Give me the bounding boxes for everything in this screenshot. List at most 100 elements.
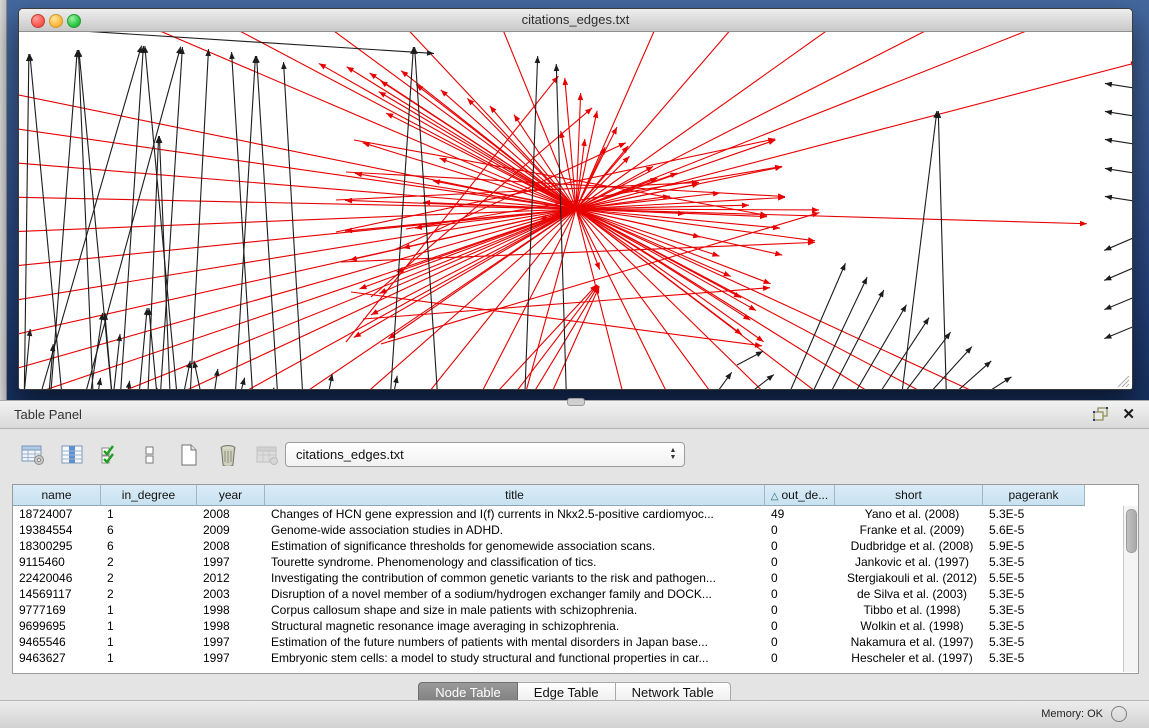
vertical-scrollbar[interactable] — [1123, 506, 1138, 672]
table-row[interactable]: 1456911722003Disruption of a novel membe… — [13, 586, 1138, 602]
arrowhead — [240, 378, 245, 385]
table-row[interactable]: 1830029562008Estimation of significance … — [13, 538, 1138, 554]
delete-trash-icon[interactable] — [215, 442, 241, 468]
reference-edge — [908, 347, 972, 390]
cell-out_degree: 0 — [765, 618, 835, 634]
table-row[interactable]: 1872400712008Changes of HCN gene express… — [13, 506, 1138, 522]
column-header-in_degree[interactable]: in_degree — [101, 485, 197, 506]
arrowhead — [767, 375, 774, 381]
select-all-check-icon[interactable] — [98, 442, 124, 468]
side-panel-divider[interactable] — [0, 0, 7, 400]
arrowhead — [878, 290, 884, 298]
reference-edge — [841, 305, 906, 390]
window-resize-grip[interactable] — [1116, 374, 1130, 388]
memory-ok-indicator — [1111, 706, 1127, 722]
cell-out_degree: 0 — [765, 602, 835, 618]
cell-pagerank: 5.3E-5 — [983, 634, 1085, 650]
reference-edge — [49, 50, 77, 390]
column-header-year[interactable]: year — [197, 485, 265, 506]
cell-in_degree: 2 — [101, 554, 197, 570]
cell-year: 1997 — [197, 554, 265, 570]
cell-short: Hescheler et al. (1997) — [835, 650, 983, 666]
reference-edge — [19, 32, 434, 53]
table-row[interactable]: 946554611997Estimation of the future num… — [13, 634, 1138, 650]
arrowhead — [535, 56, 541, 63]
arrowhead — [756, 335, 763, 341]
column-header-out_degree[interactable]: △out_de... — [765, 485, 835, 506]
arrowhead — [370, 73, 377, 79]
reference-edge — [111, 334, 120, 390]
reference-edge — [899, 111, 937, 390]
cell-name: 9463627 — [13, 650, 101, 666]
cell-name: 18300295 — [13, 538, 101, 554]
new-file-icon[interactable] — [176, 442, 202, 468]
panel-resize-grip[interactable] — [567, 398, 585, 406]
table-row[interactable]: 2242004622012Investigating the contribut… — [13, 570, 1138, 586]
memory-status-label: Memory: OK — [1041, 708, 1103, 720]
cell-name: 14569117 — [13, 586, 101, 602]
arrowhead — [678, 211, 685, 217]
node-table: namein_degreeyeartitle△out_de...shortpag… — [12, 484, 1139, 674]
table-row[interactable]: 977716911998Corpus callosum shape and si… — [13, 602, 1138, 618]
arrowhead — [381, 81, 388, 87]
sort-ascending-icon: △ — [771, 491, 779, 502]
cell-in_degree: 6 — [101, 522, 197, 538]
network-view-window[interactable]: citations_edges.txt — [18, 8, 1133, 390]
arrowhead — [1104, 333, 1112, 338]
rows-icon[interactable] — [137, 442, 163, 468]
cell-short: Yano et al. (2008) — [835, 506, 983, 522]
arrowhead — [735, 328, 742, 334]
column-header-pagerank[interactable]: pagerank — [983, 485, 1085, 506]
table-body: 1872400712008Changes of HCN gene express… — [13, 506, 1138, 666]
arrowhead — [756, 351, 763, 357]
arrowhead — [1080, 221, 1087, 227]
show-columns-icon[interactable] — [59, 442, 85, 468]
table-row[interactable]: 911546021997Tourette syndrome. Phenomeno… — [13, 554, 1138, 570]
cytoscape-desktop: citations_edges.txt — [0, 0, 1149, 400]
arrowhead — [439, 158, 447, 163]
table-row[interactable]: 969969511998Structural magnetic resonanc… — [13, 618, 1138, 634]
table-row[interactable]: 1938455462009Genome-wide association stu… — [13, 522, 1138, 538]
float-window-icon[interactable] — [1093, 407, 1109, 421]
arrowhead — [775, 251, 782, 256]
scrollbar-thumb[interactable] — [1126, 509, 1137, 553]
cell-name: 19384554 — [13, 522, 101, 538]
window-titlebar[interactable]: citations_edges.txt — [19, 9, 1132, 32]
arrowhead — [1105, 167, 1112, 173]
cell-pagerank: 5.6E-5 — [983, 522, 1085, 538]
panel-title: Table Panel — [14, 407, 82, 422]
column-header-name[interactable]: name — [13, 485, 101, 506]
table-row[interactable]: 946362711997Embryonic stem cells: a mode… — [13, 650, 1138, 666]
column-header-short[interactable]: short — [835, 485, 983, 506]
cell-year: 2008 — [197, 506, 265, 522]
table-settings-icon[interactable] — [20, 442, 46, 468]
column-header-title[interactable]: title — [265, 485, 765, 506]
cell-pagerank: 5.3E-5 — [983, 650, 1085, 666]
cell-in_degree: 2 — [101, 586, 197, 602]
citation-edge — [576, 32, 938, 209]
arrowhead — [116, 334, 122, 341]
reference-edge — [257, 56, 279, 390]
cell-title: Changes of HCN gene expression and I(f) … — [265, 506, 765, 522]
reference-edge — [938, 111, 947, 390]
arrowhead — [749, 305, 756, 311]
table-panel-header: Table Panel ✕ — [0, 400, 1149, 429]
arrowhead — [593, 111, 598, 118]
citation-edge — [576, 156, 630, 209]
arrowhead — [742, 203, 749, 209]
close-panel-icon[interactable]: ✕ — [1122, 405, 1135, 423]
reference-edge — [415, 47, 439, 390]
network-canvas[interactable] — [19, 32, 1132, 390]
cell-year: 2008 — [197, 538, 265, 554]
citation-edge — [351, 292, 762, 346]
cell-year: 2009 — [197, 522, 265, 538]
table-source-select[interactable]: citations_edges.txt ▲▼ — [285, 442, 685, 467]
cell-name: 9699695 — [13, 618, 101, 634]
status-bar: Memory: OK — [0, 700, 1149, 728]
reference-edge — [105, 313, 114, 390]
citation-edge — [200, 209, 576, 390]
arrowhead — [379, 92, 386, 98]
arrowhead — [423, 200, 430, 206]
arrowhead — [1105, 110, 1112, 116]
citation-network-graph[interactable] — [19, 32, 1132, 390]
